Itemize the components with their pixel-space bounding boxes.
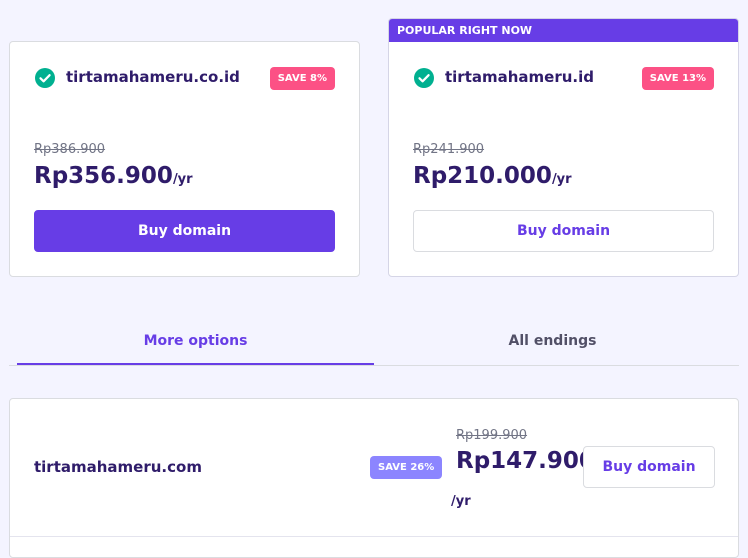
tab-more-options[interactable]: More options [17,319,374,365]
save-badge: SAVE 26% [370,456,443,479]
original-price: Rp386.900 [34,142,106,157]
domain-card-id: POPULAR RIGHT NOW tirtamahameru.id SAVE … [388,18,739,277]
domain-name: tirtamahameru.co.id [66,68,240,86]
options-tabs: More options All endings [9,319,739,366]
save-badge: SAVE 13% [641,67,714,90]
row-divider [10,536,738,537]
buy-domain-button[interactable]: Buy domain [583,446,715,488]
price-amount: Rp210.000 [413,163,552,189]
tab-all-endings[interactable]: All endings [374,319,731,365]
domain-name: tirtamahameru.com [34,458,202,476]
price-period: /yr [172,172,193,187]
buy-domain-button[interactable]: Buy domain [413,210,714,252]
current-price: Rp356.900/yr [34,163,193,189]
original-price: Rp199.900 [456,428,528,443]
current-price: Rp147.900 [456,448,595,474]
popular-ribbon: POPULAR RIGHT NOW [389,19,738,42]
domain-list: tirtamahameru.com SAVE 26% Rp199.900 Rp1… [9,398,739,558]
buy-domain-button[interactable]: Buy domain [34,210,335,252]
current-price: Rp210.000/yr [413,163,572,189]
domain-name: tirtamahameru.id [445,68,595,86]
domain-card-co-id: tirtamahameru.co.id SAVE 8% Rp386.900 Rp… [9,41,360,277]
save-badge: SAVE 8% [269,67,335,90]
price-amount: Rp356.900 [34,163,173,189]
check-circle-icon [35,68,55,88]
price-period: /yr [551,172,572,187]
check-circle-icon [414,68,434,88]
price-amount: Rp147.900 [456,448,595,474]
original-price: Rp241.900 [413,142,485,157]
price-period: /yr [451,494,471,509]
